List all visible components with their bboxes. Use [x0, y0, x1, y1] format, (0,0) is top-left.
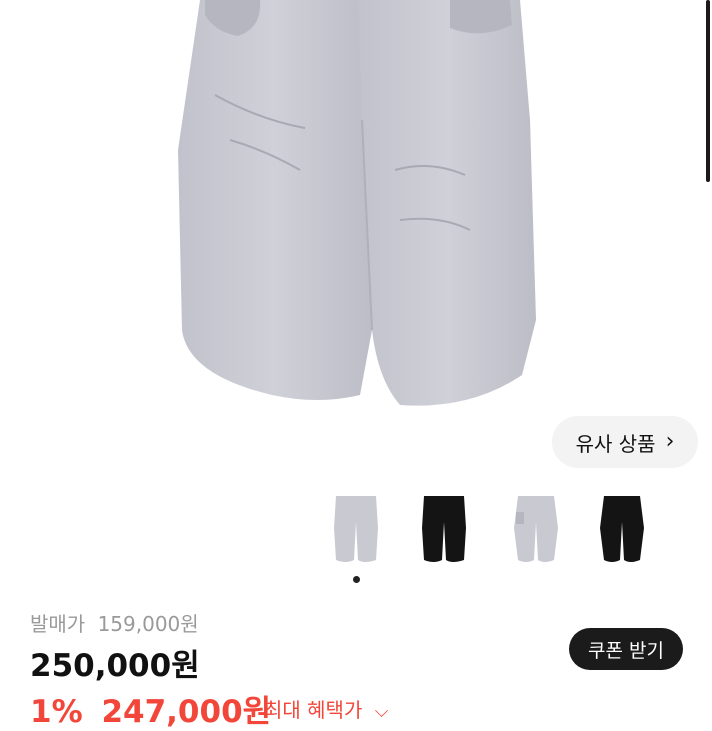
original-price: 159,000원	[97, 612, 199, 636]
max-benefit-button[interactable]: 최대 혜택가 ⌵	[264, 694, 388, 723]
thumbnail-strip	[0, 488, 712, 568]
similar-products-button[interactable]: 유사 상품 ›	[552, 416, 698, 468]
thumbnail-light-gray-front[interactable]	[326, 488, 386, 568]
price: 250,000원	[30, 648, 200, 684]
similar-products-label: 유사 상품	[575, 431, 656, 456]
max-benefit-label: 최대 혜택가	[264, 698, 363, 722]
original-price-label: 발매가	[30, 612, 86, 636]
final-price: 247,000원	[101, 694, 272, 730]
original-price-row: 발매가 159,000원	[30, 608, 199, 637]
discount-row: 1% 247,000원	[30, 686, 271, 731]
carousel-indicator	[353, 576, 360, 583]
scrollbar[interactable]	[706, 0, 710, 182]
product-image	[0, 0, 712, 410]
thumbnail-black-side[interactable]	[592, 488, 652, 568]
thumbnail-black-front[interactable]	[414, 488, 474, 568]
chevron-right-icon: ›	[665, 429, 675, 454]
discount-percent: 1%	[30, 694, 83, 730]
thumbnail-light-gray-side[interactable]	[506, 488, 566, 568]
coupon-button[interactable]: 쿠폰 받기	[569, 628, 683, 670]
pants-illustration	[178, 0, 536, 406]
